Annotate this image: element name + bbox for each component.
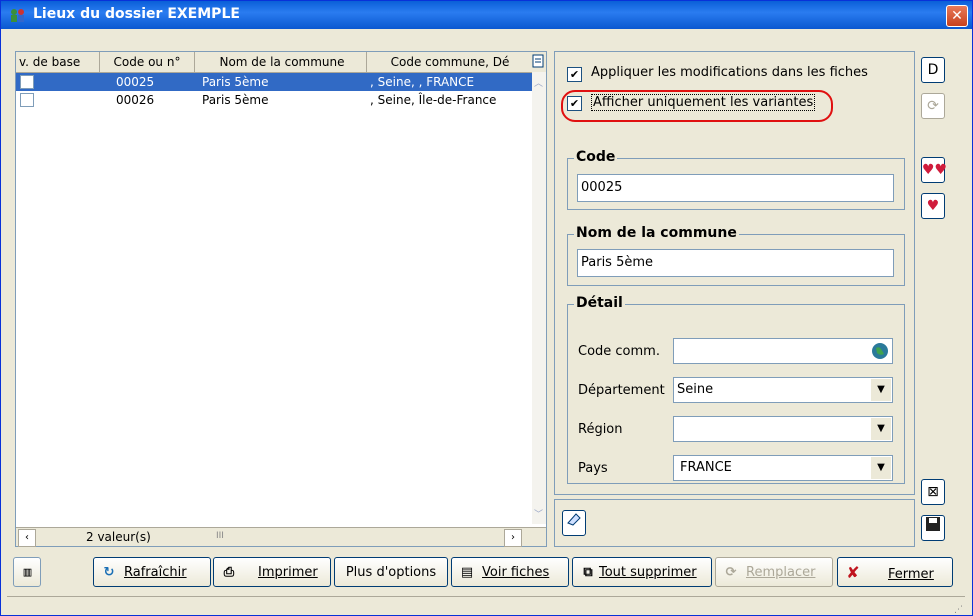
edit-tools-panel: [554, 499, 915, 547]
new-page-icon: D: [927, 62, 939, 78]
commune-name-group: Nom de la commune Paris 5ème: [567, 225, 905, 286]
column-chooser-icon[interactable]: [532, 54, 544, 68]
delete-all-icon: ⧉: [583, 565, 593, 580]
departement-value: Seine: [677, 382, 714, 397]
add-heart-button[interactable]: ♥: [921, 193, 945, 219]
resize-grip-icon[interactable]: ⋰: [954, 605, 963, 615]
eraser-icon: [567, 513, 581, 526]
delete-grid-icon: ⊠: [927, 484, 939, 500]
replace-icon: ⟳: [725, 565, 737, 580]
people-icon: [9, 7, 27, 23]
delete-all-button[interactable]: ⧉ Tout supprimer: [572, 557, 712, 587]
code-group: Code 00025: [567, 149, 905, 210]
list-icon: ▤: [460, 565, 474, 580]
hearts-button[interactable]: ♥♥: [921, 157, 948, 183]
row-code: 00026: [116, 93, 155, 107]
row-commune-detail: , Seine, , FRANCE: [370, 75, 475, 89]
column-header-base-variant[interactable]: v. de base: [16, 52, 100, 72]
chevron-down-icon[interactable]: ▼: [871, 457, 891, 479]
barcode-icon: ▥: [23, 565, 32, 580]
close-window-button[interactable]: ✕: [946, 5, 968, 27]
horizontal-scrollbar[interactable]: ‹ 2 valeur(s) III ›: [16, 527, 546, 547]
refresh-icon: ↻: [103, 565, 115, 580]
base-variant-checkbox[interactable]: [20, 93, 34, 107]
detail-group-title: Détail: [574, 295, 625, 311]
commune-name-group-title: Nom de la commune: [574, 225, 739, 241]
apply-changes-label: Appliquer les modifications dans les fic…: [591, 65, 868, 80]
column-header-commune-name[interactable]: Nom de la commune: [198, 52, 367, 72]
column-header-commune-detail[interactable]: Code commune, Dé: [370, 52, 530, 72]
replace-button[interactable]: ⟳ Remplacer: [715, 557, 833, 587]
code-comm-field[interactable]: [673, 338, 893, 364]
save-button[interactable]: [921, 515, 945, 541]
pays-select[interactable]: FRANCE ▼: [673, 455, 893, 481]
heart-plus-icon: ♥: [926, 198, 940, 214]
main-window: Lieux du dossier EXEMPLE ✕ v. de base Co…: [0, 0, 973, 616]
hearts-icon: ♥♥: [922, 162, 948, 178]
more-options-label: Plus d'options: [345, 565, 437, 580]
view-records-label: Voir fiches: [482, 565, 550, 580]
close-x-icon: ✘: [846, 563, 860, 582]
view-records-button[interactable]: ▤ Voir fiches: [451, 557, 569, 587]
status-bar: ⋰: [7, 596, 965, 615]
row-code: 00025: [116, 75, 155, 89]
code-group-title: Code: [574, 149, 618, 165]
print-label: Imprimer: [258, 565, 318, 580]
places-list[interactable]: v. de base Code ou n° Nom de la commune …: [15, 51, 547, 547]
column-header-code[interactable]: Code ou n°: [100, 52, 195, 72]
replace-icon: ⟳: [927, 98, 939, 114]
chevron-down-icon[interactable]: ▼: [871, 418, 891, 440]
detail-group: Détail Code comm. Département Seine ▼ Ré…: [567, 295, 905, 484]
printer-icon: ⎙: [223, 565, 235, 580]
region-select[interactable]: ▼: [673, 416, 893, 442]
scroll-down-icon[interactable]: ﹀: [534, 507, 543, 520]
region-label: Région: [578, 422, 623, 437]
scroll-up-icon[interactable]: ︿: [534, 76, 543, 89]
delete-all-label: Tout supprimer: [599, 565, 697, 580]
replace-side-button[interactable]: ⟳: [921, 93, 945, 119]
code-field[interactable]: 00025: [577, 174, 894, 202]
refresh-button[interactable]: ↻ Rafraîchir: [93, 557, 211, 587]
record-count: 2 valeur(s): [86, 530, 151, 544]
vertical-scrollbar[interactable]: ︿ ﹀: [532, 72, 546, 524]
row-commune-name: Paris 5ème: [202, 93, 269, 107]
highlight-annotation: [561, 90, 833, 122]
window-title: Lieux du dossier EXEMPLE: [33, 6, 240, 22]
close-button[interactable]: ✘ Fermer: [837, 557, 953, 587]
row-commune-detail: , Seine, Île-de-France: [370, 93, 497, 107]
globe-icon[interactable]: [871, 342, 889, 360]
scroll-left-button[interactable]: ‹: [18, 529, 36, 547]
close-label: Fermer: [888, 567, 934, 582]
barcode-button[interactable]: ▥: [13, 557, 41, 587]
chevron-down-icon[interactable]: ▼: [871, 379, 891, 401]
refresh-label: Rafraîchir: [124, 565, 187, 580]
scroll-right-button[interactable]: ›: [504, 529, 522, 547]
code-comm-label: Code comm.: [578, 344, 660, 359]
list-header: v. de base Code ou n° Nom de la commune …: [16, 52, 546, 73]
base-variant-checkbox[interactable]: [20, 75, 34, 89]
table-row[interactable]: 00025 Paris 5ème , Seine, , FRANCE: [16, 73, 532, 91]
pays-label: Pays: [578, 461, 608, 476]
more-options-button[interactable]: Plus d'options: [334, 557, 448, 587]
departement-select[interactable]: Seine ▼: [673, 377, 893, 403]
scroll-grip[interactable]: III: [216, 531, 224, 541]
new-record-button[interactable]: D: [921, 57, 945, 83]
eraser-button[interactable]: [562, 510, 586, 536]
row-commune-name: Paris 5ème: [202, 75, 269, 89]
table-row[interactable]: 00026 Paris 5ème , Seine, Île-de-France: [16, 91, 532, 109]
commune-name-field[interactable]: Paris 5ème: [577, 249, 894, 277]
departement-label: Département: [578, 383, 665, 398]
apply-changes-checkbox[interactable]: ✔: [567, 67, 582, 82]
title-bar: Lieux du dossier EXEMPLE ✕: [1, 1, 972, 29]
pays-value: FRANCE: [680, 460, 732, 475]
replace-label: Remplacer: [746, 565, 816, 580]
save-icon: [926, 517, 940, 531]
print-button[interactable]: ⎙ Imprimer: [213, 557, 331, 587]
delete-filter-button[interactable]: ⊠: [921, 479, 945, 505]
